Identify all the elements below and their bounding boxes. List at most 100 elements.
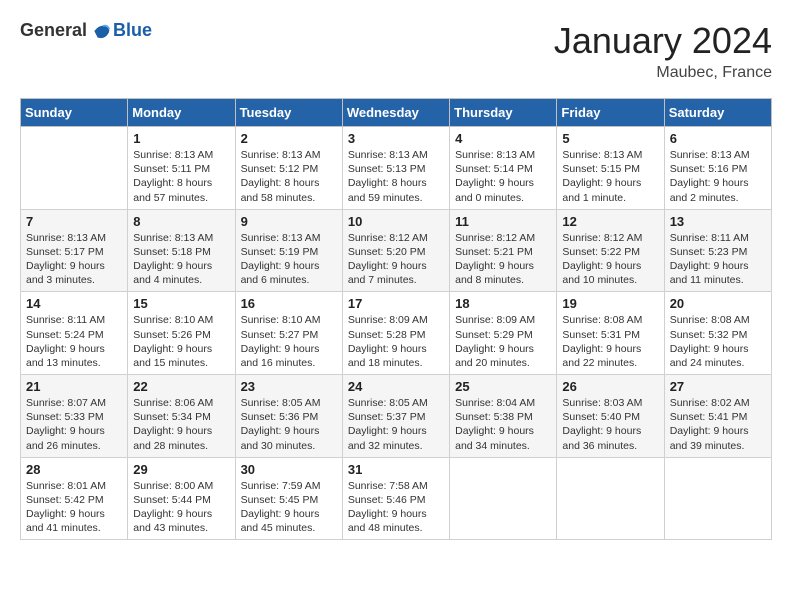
- header-saturday: Saturday: [664, 99, 771, 127]
- header-thursday: Thursday: [450, 99, 557, 127]
- calendar-cell: 25 Sunrise: 8:04 AM Sunset: 5:38 PM Dayli…: [450, 375, 557, 458]
- day-number: 12: [562, 214, 658, 229]
- location: Maubec, France: [554, 64, 772, 82]
- day-number: 26: [562, 379, 658, 394]
- day-number: 27: [670, 379, 766, 394]
- calendar-cell: 17 Sunrise: 8:09 AM Sunset: 5:28 PM Dayli…: [342, 292, 449, 375]
- cell-content: Sunrise: 8:05 AM Sunset: 5:36 PM Dayligh…: [241, 396, 337, 453]
- day-number: 11: [455, 214, 551, 229]
- calendar-cell: 11 Sunrise: 8:12 AM Sunset: 5:21 PM Dayli…: [450, 209, 557, 292]
- day-number: 30: [241, 462, 337, 477]
- calendar-cell: 8 Sunrise: 8:13 AM Sunset: 5:18 PM Daylig…: [128, 209, 235, 292]
- title-block: January 2024 Maubec, France: [554, 20, 772, 82]
- week-row-1: 1Sunrise: 8:13 AM Sunset: 5:11 PM Daylig…: [21, 127, 772, 210]
- cell-content: Sunrise: 8:13 AM Sunset: 5:17 PM Dayligh…: [26, 231, 122, 288]
- calendar-cell: 27Sunrise: 8:02 AM Sunset: 5:41 PM Dayli…: [664, 375, 771, 458]
- day-number: 15: [133, 296, 229, 311]
- cell-content: Sunrise: 8:09 AM Sunset: 5:28 PM Dayligh…: [348, 313, 444, 370]
- week-row-4: 21Sunrise: 8:07 AM Sunset: 5:33 PM Dayli…: [21, 375, 772, 458]
- cell-content: Sunrise: 8:03 AM Sunset: 5:40 PM Dayligh…: [562, 396, 658, 453]
- calendar-cell: 29Sunrise: 8:00 AM Sunset: 5:44 PM Dayli…: [128, 457, 235, 540]
- calendar-cell: 9 Sunrise: 8:13 AM Sunset: 5:19 PM Daylig…: [235, 209, 342, 292]
- day-number: 29: [133, 462, 229, 477]
- day-number: 24: [348, 379, 444, 394]
- cell-content: Sunrise: 8:10 AM Sunset: 5:26 PM Dayligh…: [133, 313, 229, 370]
- cell-content: Sunrise: 8:08 AM Sunset: 5:31 PM Dayligh…: [562, 313, 658, 370]
- day-number: 9: [241, 214, 337, 229]
- day-number: 10: [348, 214, 444, 229]
- calendar-cell: 4 Sunrise: 8:13 AM Sunset: 5:14 PM Daylig…: [450, 127, 557, 210]
- day-number: 22: [133, 379, 229, 394]
- calendar-cell: [664, 457, 771, 540]
- day-number: 3: [348, 131, 444, 146]
- calendar-cell: [21, 127, 128, 210]
- calendar-cell: [557, 457, 664, 540]
- week-row-2: 7 Sunrise: 8:13 AM Sunset: 5:17 PM Daylig…: [21, 209, 772, 292]
- logo: General Blue: [20, 20, 152, 41]
- cell-content: Sunrise: 8:09 AM Sunset: 5:29 PM Dayligh…: [455, 313, 551, 370]
- day-number: 28: [26, 462, 122, 477]
- calendar-cell: [450, 457, 557, 540]
- logo-icon: [91, 21, 111, 41]
- logo-general-text: General: [20, 20, 87, 41]
- day-number: 7: [26, 214, 122, 229]
- calendar-cell: 26 Sunrise: 8:03 AM Sunset: 5:40 PM Dayli…: [557, 375, 664, 458]
- calendar-cell: 24 Sunrise: 8:05 AM Sunset: 5:37 PM Dayli…: [342, 375, 449, 458]
- calendar-table: SundayMondayTuesdayWednesdayThursdayFrid…: [20, 98, 772, 540]
- logo-blue-text: Blue: [113, 20, 152, 41]
- calendar-cell: 7 Sunrise: 8:13 AM Sunset: 5:17 PM Daylig…: [21, 209, 128, 292]
- cell-content: Sunrise: 8:13 AM Sunset: 5:14 PM Dayligh…: [455, 148, 551, 205]
- cell-content: Sunrise: 8:08 AM Sunset: 5:32 PM Dayligh…: [670, 313, 766, 370]
- day-number: 31: [348, 462, 444, 477]
- cell-content: Sunrise: 8:13 AM Sunset: 5:19 PM Dayligh…: [241, 231, 337, 288]
- day-number: 2: [241, 131, 337, 146]
- day-number: 17: [348, 296, 444, 311]
- week-row-5: 28 Sunrise: 8:01 AM Sunset: 5:42 PM Dayli…: [21, 457, 772, 540]
- day-number: 16: [241, 296, 337, 311]
- day-number: 21: [26, 379, 122, 394]
- calendar-header-row: SundayMondayTuesdayWednesdayThursdayFrid…: [21, 99, 772, 127]
- header-friday: Friday: [557, 99, 664, 127]
- cell-content: Sunrise: 8:10 AM Sunset: 5:27 PM Dayligh…: [241, 313, 337, 370]
- cell-content: Sunrise: 8:12 AM Sunset: 5:20 PM Dayligh…: [348, 231, 444, 288]
- calendar-body: 1Sunrise: 8:13 AM Sunset: 5:11 PM Daylig…: [21, 127, 772, 540]
- calendar-cell: 13Sunrise: 8:11 AM Sunset: 5:23 PM Dayli…: [664, 209, 771, 292]
- calendar-cell: 15 Sunrise: 8:10 AM Sunset: 5:26 PM Dayli…: [128, 292, 235, 375]
- calendar-cell: 14Sunrise: 8:11 AM Sunset: 5:24 PM Dayli…: [21, 292, 128, 375]
- calendar-cell: 10 Sunrise: 8:12 AM Sunset: 5:20 PM Dayli…: [342, 209, 449, 292]
- cell-content: Sunrise: 8:13 AM Sunset: 5:11 PM Dayligh…: [133, 148, 229, 205]
- day-number: 4: [455, 131, 551, 146]
- cell-content: Sunrise: 8:13 AM Sunset: 5:12 PM Dayligh…: [241, 148, 337, 205]
- day-number: 23: [241, 379, 337, 394]
- cell-content: Sunrise: 8:11 AM Sunset: 5:23 PM Dayligh…: [670, 231, 766, 288]
- cell-content: Sunrise: 8:13 AM Sunset: 5:15 PM Dayligh…: [562, 148, 658, 205]
- cell-content: Sunrise: 8:05 AM Sunset: 5:37 PM Dayligh…: [348, 396, 444, 453]
- day-number: 19: [562, 296, 658, 311]
- day-number: 5: [562, 131, 658, 146]
- header-monday: Monday: [128, 99, 235, 127]
- calendar-cell: 28 Sunrise: 8:01 AM Sunset: 5:42 PM Dayli…: [21, 457, 128, 540]
- day-number: 8: [133, 214, 229, 229]
- calendar-cell: 2 Sunrise: 8:13 AM Sunset: 5:12 PM Daylig…: [235, 127, 342, 210]
- cell-content: Sunrise: 7:58 AM Sunset: 5:46 PM Dayligh…: [348, 479, 444, 536]
- cell-content: Sunrise: 8:12 AM Sunset: 5:22 PM Dayligh…: [562, 231, 658, 288]
- cell-content: Sunrise: 8:13 AM Sunset: 5:13 PM Dayligh…: [348, 148, 444, 205]
- header-sunday: Sunday: [21, 99, 128, 127]
- page-header: General Blue January 2024 Maubec, France: [20, 20, 772, 82]
- cell-content: Sunrise: 8:01 AM Sunset: 5:42 PM Dayligh…: [26, 479, 122, 536]
- month-title: January 2024: [554, 20, 772, 62]
- calendar-cell: 16 Sunrise: 8:10 AM Sunset: 5:27 PM Dayli…: [235, 292, 342, 375]
- calendar-cell: 23 Sunrise: 8:05 AM Sunset: 5:36 PM Dayli…: [235, 375, 342, 458]
- day-number: 14: [26, 296, 122, 311]
- week-row-3: 14Sunrise: 8:11 AM Sunset: 5:24 PM Dayli…: [21, 292, 772, 375]
- header-tuesday: Tuesday: [235, 99, 342, 127]
- calendar-cell: 22Sunrise: 8:06 AM Sunset: 5:34 PM Dayli…: [128, 375, 235, 458]
- cell-content: Sunrise: 8:13 AM Sunset: 5:18 PM Dayligh…: [133, 231, 229, 288]
- calendar-cell: 31 Sunrise: 7:58 AM Sunset: 5:46 PM Dayli…: [342, 457, 449, 540]
- cell-content: Sunrise: 8:04 AM Sunset: 5:38 PM Dayligh…: [455, 396, 551, 453]
- calendar-cell: 21Sunrise: 8:07 AM Sunset: 5:33 PM Dayli…: [21, 375, 128, 458]
- cell-content: Sunrise: 8:12 AM Sunset: 5:21 PM Dayligh…: [455, 231, 551, 288]
- calendar-cell: 1Sunrise: 8:13 AM Sunset: 5:11 PM Daylig…: [128, 127, 235, 210]
- calendar-cell: 19 Sunrise: 8:08 AM Sunset: 5:31 PM Dayli…: [557, 292, 664, 375]
- day-number: 25: [455, 379, 551, 394]
